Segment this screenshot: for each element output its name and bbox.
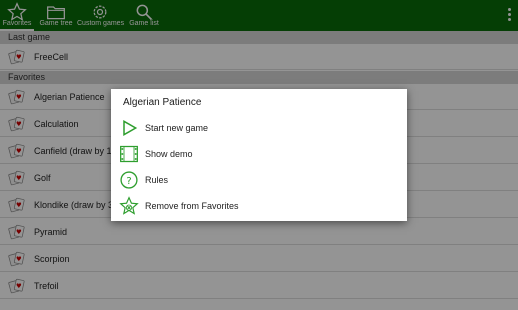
remove-from-favorites-label: Remove from Favorites: [145, 201, 239, 211]
rules-label: Rules: [145, 175, 169, 185]
start-new-game-label: Start new game: [145, 123, 209, 133]
show-demo-item[interactable]: Show demo: [111, 141, 407, 167]
rules-item[interactable]: ? Rules: [111, 167, 407, 193]
remove-from-favorites-item[interactable]: Remove from Favorites: [111, 193, 407, 219]
show-demo-label: Show demo: [145, 149, 193, 159]
dialog-title: Algerian Patience: [123, 97, 202, 108]
start-new-game-item[interactable]: Start new game: [111, 115, 407, 141]
svg-text:?: ?: [126, 176, 131, 187]
film-icon: [120, 145, 138, 163]
game-options-dialog: Algerian Patience Start new game Show de…: [111, 89, 407, 221]
help-icon: ?: [120, 171, 138, 189]
play-icon: [123, 120, 138, 136]
remove-star-icon: [119, 196, 139, 215]
